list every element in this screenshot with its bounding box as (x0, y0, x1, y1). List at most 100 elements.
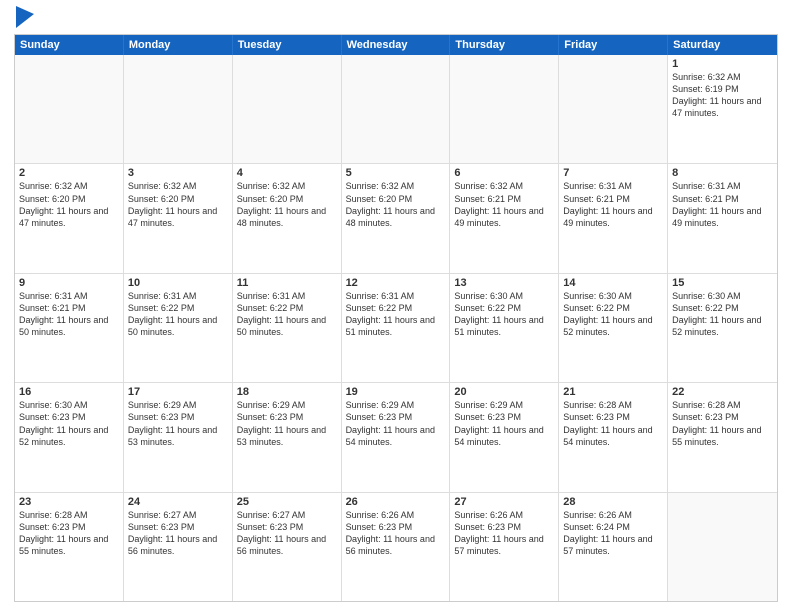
day-info: Sunrise: 6:26 AM Sunset: 6:24 PM Dayligh… (563, 509, 663, 558)
day-number: 4 (237, 167, 337, 179)
day-number: 18 (237, 386, 337, 398)
day-cell: 27Sunrise: 6:26 AM Sunset: 6:23 PM Dayli… (450, 493, 559, 601)
day-number: 3 (128, 167, 228, 179)
day-info: Sunrise: 6:26 AM Sunset: 6:23 PM Dayligh… (454, 509, 554, 558)
day-number: 20 (454, 386, 554, 398)
day-header-tuesday: Tuesday (233, 35, 342, 55)
day-cell (559, 55, 668, 163)
day-cell: 15Sunrise: 6:30 AM Sunset: 6:22 PM Dayli… (668, 274, 777, 382)
day-cell (450, 55, 559, 163)
weeks: 1Sunrise: 6:32 AM Sunset: 6:19 PM Daylig… (15, 55, 777, 601)
day-info: Sunrise: 6:27 AM Sunset: 6:23 PM Dayligh… (128, 509, 228, 558)
day-number: 19 (346, 386, 446, 398)
day-info: Sunrise: 6:32 AM Sunset: 6:20 PM Dayligh… (19, 180, 119, 229)
day-number: 12 (346, 277, 446, 289)
day-info: Sunrise: 6:29 AM Sunset: 6:23 PM Dayligh… (237, 399, 337, 448)
day-cell: 24Sunrise: 6:27 AM Sunset: 6:23 PM Dayli… (124, 493, 233, 601)
day-number: 23 (19, 496, 119, 508)
week-row-1: 2Sunrise: 6:32 AM Sunset: 6:20 PM Daylig… (15, 163, 777, 272)
day-info: Sunrise: 6:32 AM Sunset: 6:21 PM Dayligh… (454, 180, 554, 229)
day-info: Sunrise: 6:31 AM Sunset: 6:21 PM Dayligh… (672, 180, 773, 229)
day-headers: SundayMondayTuesdayWednesdayThursdayFrid… (15, 35, 777, 55)
day-cell: 11Sunrise: 6:31 AM Sunset: 6:22 PM Dayli… (233, 274, 342, 382)
day-number: 11 (237, 277, 337, 289)
day-cell: 6Sunrise: 6:32 AM Sunset: 6:21 PM Daylig… (450, 164, 559, 272)
day-info: Sunrise: 6:32 AM Sunset: 6:19 PM Dayligh… (672, 71, 773, 120)
day-info: Sunrise: 6:31 AM Sunset: 6:22 PM Dayligh… (237, 290, 337, 339)
day-number: 13 (454, 277, 554, 289)
day-header-saturday: Saturday (668, 35, 777, 55)
day-number: 24 (128, 496, 228, 508)
day-cell: 18Sunrise: 6:29 AM Sunset: 6:23 PM Dayli… (233, 383, 342, 491)
day-cell (124, 55, 233, 163)
day-header-monday: Monday (124, 35, 233, 55)
day-cell: 3Sunrise: 6:32 AM Sunset: 6:20 PM Daylig… (124, 164, 233, 272)
day-cell: 14Sunrise: 6:30 AM Sunset: 6:22 PM Dayli… (559, 274, 668, 382)
day-info: Sunrise: 6:28 AM Sunset: 6:23 PM Dayligh… (563, 399, 663, 448)
day-cell: 16Sunrise: 6:30 AM Sunset: 6:23 PM Dayli… (15, 383, 124, 491)
day-number: 6 (454, 167, 554, 179)
day-number: 15 (672, 277, 773, 289)
day-cell: 23Sunrise: 6:28 AM Sunset: 6:23 PM Dayli… (15, 493, 124, 601)
day-number: 26 (346, 496, 446, 508)
day-info: Sunrise: 6:31 AM Sunset: 6:21 PM Dayligh… (19, 290, 119, 339)
week-row-4: 23Sunrise: 6:28 AM Sunset: 6:23 PM Dayli… (15, 492, 777, 601)
day-cell: 4Sunrise: 6:32 AM Sunset: 6:20 PM Daylig… (233, 164, 342, 272)
day-cell: 12Sunrise: 6:31 AM Sunset: 6:22 PM Dayli… (342, 274, 451, 382)
day-number: 5 (346, 167, 446, 179)
day-cell: 7Sunrise: 6:31 AM Sunset: 6:21 PM Daylig… (559, 164, 668, 272)
logo (14, 10, 34, 28)
day-number: 7 (563, 167, 663, 179)
day-info: Sunrise: 6:32 AM Sunset: 6:20 PM Dayligh… (237, 180, 337, 229)
day-cell: 2Sunrise: 6:32 AM Sunset: 6:20 PM Daylig… (15, 164, 124, 272)
day-number: 1 (672, 58, 773, 70)
day-info: Sunrise: 6:26 AM Sunset: 6:23 PM Dayligh… (346, 509, 446, 558)
day-cell: 9Sunrise: 6:31 AM Sunset: 6:21 PM Daylig… (15, 274, 124, 382)
day-header-thursday: Thursday (450, 35, 559, 55)
day-info: Sunrise: 6:32 AM Sunset: 6:20 PM Dayligh… (346, 180, 446, 229)
day-cell: 1Sunrise: 6:32 AM Sunset: 6:19 PM Daylig… (668, 55, 777, 163)
day-cell: 19Sunrise: 6:29 AM Sunset: 6:23 PM Dayli… (342, 383, 451, 491)
day-cell (15, 55, 124, 163)
day-cell: 21Sunrise: 6:28 AM Sunset: 6:23 PM Dayli… (559, 383, 668, 491)
day-info: Sunrise: 6:27 AM Sunset: 6:23 PM Dayligh… (237, 509, 337, 558)
day-number: 9 (19, 277, 119, 289)
day-info: Sunrise: 6:31 AM Sunset: 6:22 PM Dayligh… (346, 290, 446, 339)
day-header-wednesday: Wednesday (342, 35, 451, 55)
day-number: 25 (237, 496, 337, 508)
day-cell: 17Sunrise: 6:29 AM Sunset: 6:23 PM Dayli… (124, 383, 233, 491)
day-info: Sunrise: 6:29 AM Sunset: 6:23 PM Dayligh… (454, 399, 554, 448)
page: SundayMondayTuesdayWednesdayThursdayFrid… (0, 0, 792, 612)
day-info: Sunrise: 6:30 AM Sunset: 6:22 PM Dayligh… (454, 290, 554, 339)
day-header-sunday: Sunday (15, 35, 124, 55)
day-cell: 28Sunrise: 6:26 AM Sunset: 6:24 PM Dayli… (559, 493, 668, 601)
day-cell: 25Sunrise: 6:27 AM Sunset: 6:23 PM Dayli… (233, 493, 342, 601)
day-cell: 13Sunrise: 6:30 AM Sunset: 6:22 PM Dayli… (450, 274, 559, 382)
day-cell: 5Sunrise: 6:32 AM Sunset: 6:20 PM Daylig… (342, 164, 451, 272)
day-info: Sunrise: 6:30 AM Sunset: 6:22 PM Dayligh… (672, 290, 773, 339)
day-info: Sunrise: 6:29 AM Sunset: 6:23 PM Dayligh… (346, 399, 446, 448)
day-number: 28 (563, 496, 663, 508)
week-row-2: 9Sunrise: 6:31 AM Sunset: 6:21 PM Daylig… (15, 273, 777, 382)
day-number: 16 (19, 386, 119, 398)
day-number: 10 (128, 277, 228, 289)
day-cell: 20Sunrise: 6:29 AM Sunset: 6:23 PM Dayli… (450, 383, 559, 491)
day-cell: 26Sunrise: 6:26 AM Sunset: 6:23 PM Dayli… (342, 493, 451, 601)
day-info: Sunrise: 6:29 AM Sunset: 6:23 PM Dayligh… (128, 399, 228, 448)
day-number: 21 (563, 386, 663, 398)
day-info: Sunrise: 6:30 AM Sunset: 6:22 PM Dayligh… (563, 290, 663, 339)
week-row-0: 1Sunrise: 6:32 AM Sunset: 6:19 PM Daylig… (15, 55, 777, 163)
day-info: Sunrise: 6:31 AM Sunset: 6:22 PM Dayligh… (128, 290, 228, 339)
day-number: 27 (454, 496, 554, 508)
day-number: 17 (128, 386, 228, 398)
day-number: 22 (672, 386, 773, 398)
logo-icon (16, 6, 34, 28)
calendar: SundayMondayTuesdayWednesdayThursdayFrid… (14, 34, 778, 602)
day-cell (342, 55, 451, 163)
day-info: Sunrise: 6:28 AM Sunset: 6:23 PM Dayligh… (19, 509, 119, 558)
day-number: 8 (672, 167, 773, 179)
day-header-friday: Friday (559, 35, 668, 55)
day-cell (668, 493, 777, 601)
day-number: 2 (19, 167, 119, 179)
day-cell: 10Sunrise: 6:31 AM Sunset: 6:22 PM Dayli… (124, 274, 233, 382)
